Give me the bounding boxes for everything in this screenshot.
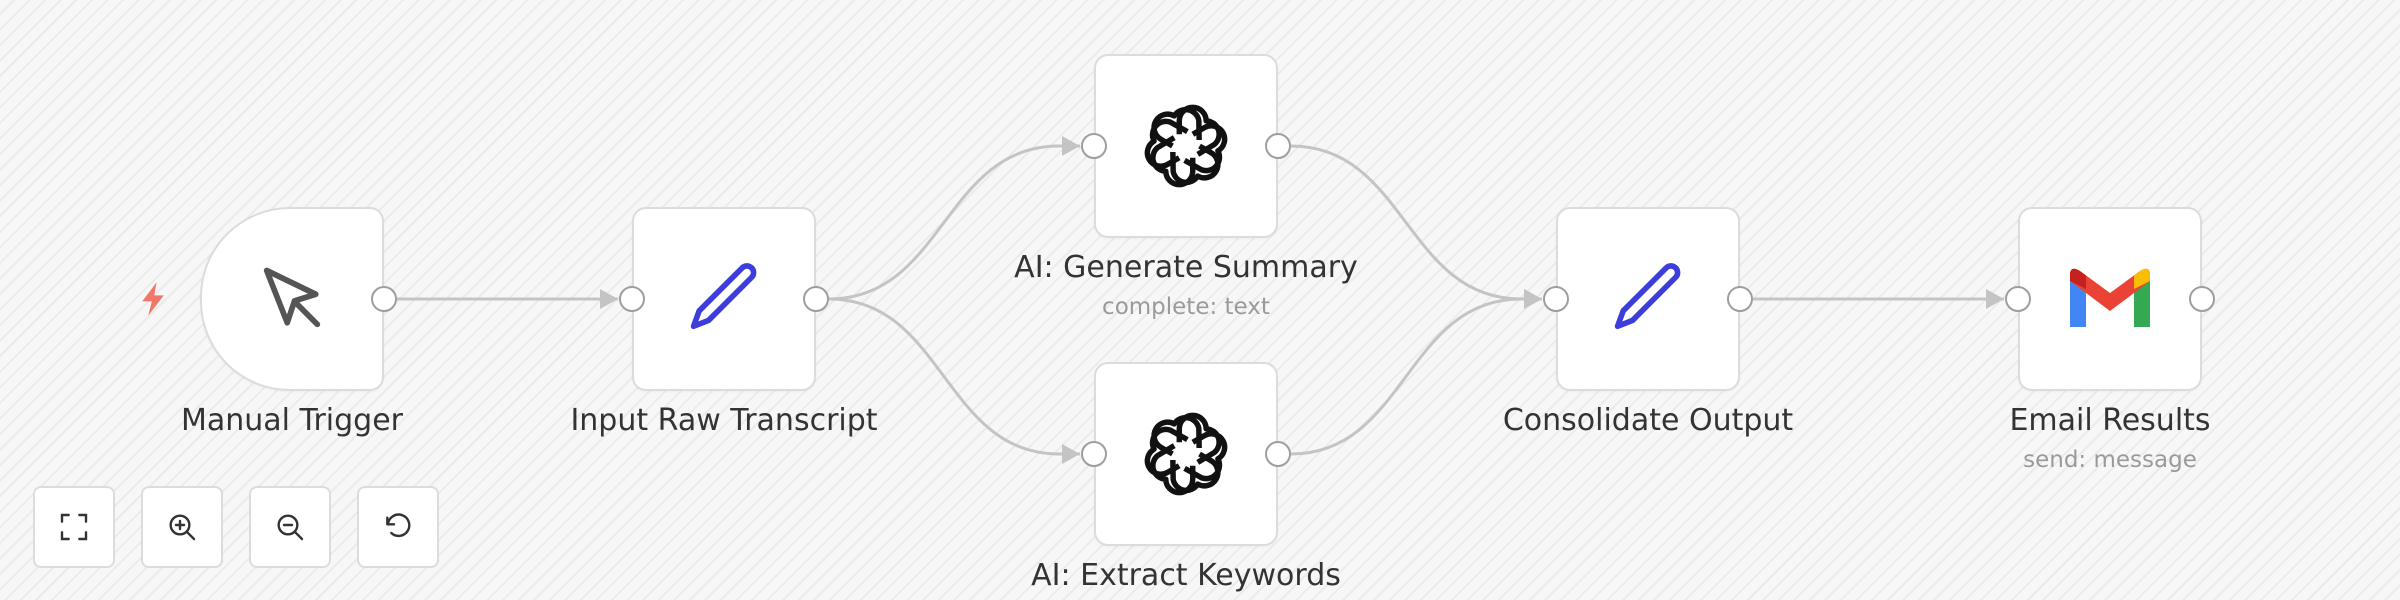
node-input-raw-transcript[interactable] xyxy=(632,207,816,391)
undo-icon xyxy=(382,511,414,543)
node-label: Manual Trigger xyxy=(180,403,403,438)
node-subtitle: send: message xyxy=(2023,447,2197,473)
input-handle[interactable] xyxy=(1081,133,1107,159)
connection-arrowhead xyxy=(600,289,618,309)
output-handle[interactable] xyxy=(1265,441,1291,467)
output-handle[interactable] xyxy=(1265,133,1291,159)
node-label: AI: Generate Summary xyxy=(1014,250,1358,285)
pencil-icon xyxy=(682,257,766,341)
connection-arrowhead xyxy=(1524,289,1542,309)
output-handle[interactable] xyxy=(371,286,397,312)
cursor-icon xyxy=(254,261,330,337)
gmail-icon xyxy=(2068,267,2152,331)
pencil-icon xyxy=(1606,257,1690,341)
zoom-out-icon xyxy=(274,511,306,543)
node-label: Consolidate Output xyxy=(1502,403,1794,438)
input-handle[interactable] xyxy=(1543,286,1569,312)
node-label: AI: Extract Keywords xyxy=(1031,558,1341,593)
output-handle[interactable] xyxy=(2189,286,2215,312)
input-handle[interactable] xyxy=(619,286,645,312)
input-handle[interactable] xyxy=(2005,286,2031,312)
connection-arrowhead xyxy=(1062,444,1080,464)
input-handle[interactable] xyxy=(1081,441,1107,467)
reset-zoom-button[interactable] xyxy=(357,486,439,568)
zoom-in-button[interactable] xyxy=(141,486,223,568)
openai-icon xyxy=(1144,412,1228,496)
node-ai-extract-keywords[interactable] xyxy=(1094,362,1278,546)
connection-arrowhead xyxy=(1986,289,2004,309)
zoom-out-button[interactable] xyxy=(249,486,331,568)
node-label: Input Raw Transcript xyxy=(570,403,878,438)
node-manual-trigger[interactable] xyxy=(200,207,384,391)
node-email-results[interactable] xyxy=(2018,207,2202,391)
output-handle[interactable] xyxy=(1727,286,1753,312)
output-handle[interactable] xyxy=(803,286,829,312)
openai-icon xyxy=(1144,104,1228,188)
connection-arrowhead xyxy=(1062,136,1080,156)
trigger-bolt-icon xyxy=(138,281,168,321)
workflow-canvas[interactable]: Manual Trigger Input Raw Transcript AI: Ge… xyxy=(0,0,2400,600)
fit-view-button[interactable] xyxy=(33,486,115,568)
node-label: Email Results xyxy=(2009,403,2211,438)
node-consolidate-output[interactable] xyxy=(1556,207,1740,391)
node-subtitle: complete: text xyxy=(1102,294,1270,320)
node-ai-generate-summary[interactable] xyxy=(1094,54,1278,238)
zoom-in-icon xyxy=(166,511,198,543)
fit-view-icon xyxy=(58,511,90,543)
